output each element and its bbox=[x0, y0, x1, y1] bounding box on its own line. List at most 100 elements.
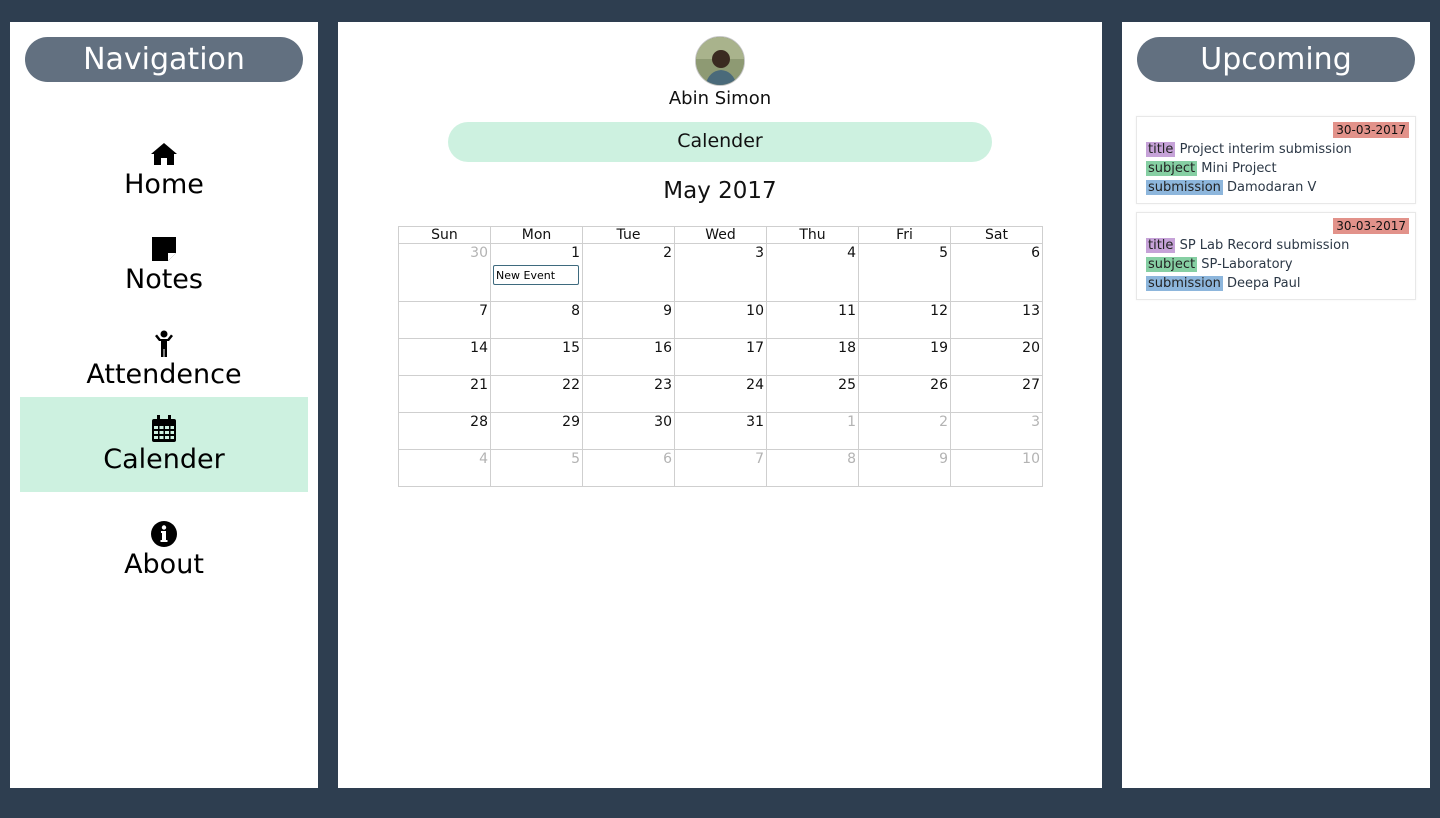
calendar-day-cell[interactable]: 8 bbox=[766, 449, 859, 487]
title-tag: title bbox=[1146, 142, 1176, 157]
weekday-header: Fri bbox=[858, 226, 951, 244]
weekday-header: Sat bbox=[950, 226, 1043, 244]
nav-item-label: About bbox=[124, 549, 204, 580]
weekday-header: Thu bbox=[766, 226, 859, 244]
calendar-week-row: 14 15 16 17 18 19 20 bbox=[398, 338, 1043, 376]
calendar-day-cell[interactable]: 3 bbox=[950, 412, 1043, 450]
card-subject: Mini Project bbox=[1201, 161, 1277, 176]
calendar-day-cell[interactable]: 12 bbox=[858, 301, 951, 339]
day-number: 22 bbox=[562, 377, 580, 393]
info-circle-icon bbox=[151, 521, 177, 547]
calendar-day-cell[interactable]: 20 bbox=[950, 338, 1043, 376]
card-submission: Deepa Paul bbox=[1227, 276, 1301, 291]
weekday-header: Tue bbox=[582, 226, 675, 244]
calendar-day-cell[interactable]: 13 bbox=[950, 301, 1043, 339]
day-number: 1 bbox=[847, 414, 856, 430]
day-number: 18 bbox=[838, 340, 856, 356]
calendar-day-cell[interactable]: 11 bbox=[766, 301, 859, 339]
calendar-week-row: 28 29 30 31 1 2 3 bbox=[398, 412, 1043, 450]
calendar-day-cell[interactable]: 26 bbox=[858, 375, 951, 413]
upcoming-panel: Upcoming 30-03-2017 title Project interi… bbox=[1122, 22, 1430, 788]
calendar-day-cell[interactable]: 6 bbox=[582, 449, 675, 487]
calendar-day-cell[interactable]: 14 bbox=[398, 338, 491, 376]
calendar-day-cell[interactable]: 22 bbox=[490, 375, 583, 413]
page-title: Calender bbox=[448, 122, 992, 162]
card-title: Project interim submission bbox=[1179, 142, 1352, 157]
calendar-day-cell[interactable]: 29 bbox=[490, 412, 583, 450]
new-event-input[interactable] bbox=[493, 265, 579, 285]
calendar-icon bbox=[152, 415, 176, 442]
calendar-day-cell[interactable]: 10 bbox=[674, 301, 767, 339]
calendar-day-cell[interactable]: 25 bbox=[766, 375, 859, 413]
nav-item-label: Home bbox=[124, 169, 204, 200]
calendar-week-row: 21 22 23 24 25 26 27 bbox=[398, 375, 1043, 413]
calendar-day-cell[interactable]: 5 bbox=[858, 243, 951, 302]
calendar-day-cell[interactable]: 16 bbox=[582, 338, 675, 376]
day-number: 14 bbox=[470, 340, 488, 356]
card-title-row: title Project interim submission bbox=[1146, 141, 1352, 158]
day-number: 6 bbox=[663, 451, 672, 467]
calendar-day-cell[interactable]: 15 bbox=[490, 338, 583, 376]
calendar-day-cell[interactable]: 19 bbox=[858, 338, 951, 376]
day-number: 25 bbox=[838, 377, 856, 393]
calendar-day-cell[interactable]: 17 bbox=[674, 338, 767, 376]
day-number: 10 bbox=[1022, 451, 1040, 467]
calendar-day-cell[interactable]: 8 bbox=[490, 301, 583, 339]
calendar-day-cell[interactable]: 9 bbox=[858, 449, 951, 487]
weekday-header: Mon bbox=[490, 226, 583, 244]
day-number: 7 bbox=[755, 451, 764, 467]
calendar-day-cell[interactable]: 31 bbox=[674, 412, 767, 450]
user-name: Abin Simon bbox=[668, 88, 772, 109]
calendar-day-cell[interactable]: 9 bbox=[582, 301, 675, 339]
calendar-day-cell[interactable]: 30 bbox=[398, 243, 491, 302]
subject-tag: subject bbox=[1146, 257, 1198, 272]
calendar-day-cell[interactable]: 4 bbox=[766, 243, 859, 302]
upcoming-card[interactable]: 30-03-2017 title Project interim submiss… bbox=[1136, 116, 1416, 204]
day-number: 5 bbox=[571, 451, 580, 467]
calendar-day-cell[interactable]: 24 bbox=[674, 375, 767, 413]
day-number: 28 bbox=[470, 414, 488, 430]
calendar-day-cell[interactable]: 7 bbox=[674, 449, 767, 487]
navigation-title: Navigation bbox=[25, 37, 303, 82]
calendar-day-cell[interactable]: 30 bbox=[582, 412, 675, 450]
calendar-day-cell[interactable]: 10 bbox=[950, 449, 1043, 487]
nav-item-notes[interactable]: Notes bbox=[20, 217, 308, 312]
day-number: 4 bbox=[847, 245, 856, 261]
day-number: 17 bbox=[746, 340, 764, 356]
day-number: 3 bbox=[1031, 414, 1040, 430]
nav-item-label: Calender bbox=[103, 444, 225, 475]
calendar-day-cell[interactable]: 5 bbox=[490, 449, 583, 487]
day-number: 2 bbox=[939, 414, 948, 430]
calendar-day-cell[interactable]: 28 bbox=[398, 412, 491, 450]
day-number: 29 bbox=[562, 414, 580, 430]
nav-item-calender[interactable]: Calender bbox=[20, 397, 308, 492]
submission-tag: submission bbox=[1146, 276, 1223, 291]
nav-item-attendence[interactable]: Attendence bbox=[20, 312, 308, 407]
day-number: 21 bbox=[470, 377, 488, 393]
nav-item-home[interactable]: Home bbox=[20, 122, 308, 217]
title-tag: title bbox=[1146, 238, 1176, 253]
weekday-header: Sun bbox=[398, 226, 491, 244]
day-number: 11 bbox=[838, 303, 856, 319]
calendar-day-cell[interactable]: 3 bbox=[674, 243, 767, 302]
day-number: 12 bbox=[930, 303, 948, 319]
avatar[interactable] bbox=[695, 36, 745, 86]
calendar-day-cell[interactable]: 21 bbox=[398, 375, 491, 413]
calendar-day-cell[interactable]: 4 bbox=[398, 449, 491, 487]
upcoming-card[interactable]: 30-03-2017 title SP Lab Record submissio… bbox=[1136, 212, 1416, 300]
calendar-day-cell[interactable]: 6 bbox=[950, 243, 1043, 302]
calendar-day-cell[interactable]: 2 bbox=[582, 243, 675, 302]
weekday-header: Wed bbox=[674, 226, 767, 244]
calendar-day-cell[interactable]: 27 bbox=[950, 375, 1043, 413]
calendar-day-cell[interactable]: 7 bbox=[398, 301, 491, 339]
calendar-day-cell[interactable]: 23 bbox=[582, 375, 675, 413]
calendar-day-cell[interactable]: 2 bbox=[858, 412, 951, 450]
nav-item-label: Attendence bbox=[86, 359, 242, 390]
card-title: SP Lab Record submission bbox=[1179, 238, 1350, 253]
day-number: 30 bbox=[470, 245, 488, 261]
calendar-day-cell[interactable]: 1 bbox=[490, 243, 583, 302]
home-icon bbox=[151, 143, 177, 165]
calendar-day-cell[interactable]: 18 bbox=[766, 338, 859, 376]
nav-item-about[interactable]: About bbox=[20, 502, 308, 597]
calendar-day-cell[interactable]: 1 bbox=[766, 412, 859, 450]
